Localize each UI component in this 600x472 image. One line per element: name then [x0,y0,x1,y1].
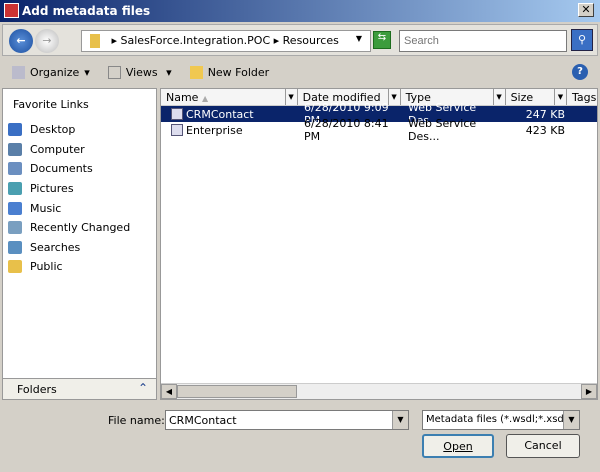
title-bar: Add metadata files [0,0,600,22]
scroll-left-icon[interactable]: ◀ [161,384,177,399]
horizontal-scrollbar[interactable]: ◀ ▶ [161,383,597,399]
file-icon [171,124,183,136]
open-button[interactable]: Open [422,434,494,458]
favorite-link[interactable]: Desktop [3,120,156,140]
link-label: Music [30,201,62,215]
chevron-down-icon[interactable]: ▼ [563,411,579,429]
favorite-link[interactable]: Pictures [3,179,156,199]
breadcrumb-item[interactable]: Resources [283,34,339,47]
link-label: Pictures [30,182,74,196]
link-label: Computer [30,142,85,156]
link-icon [8,162,22,176]
link-icon [8,201,22,215]
link-icon [8,221,22,235]
link-icon [8,142,22,156]
favorite-link[interactable]: Computer [3,140,156,160]
organize-icon [12,65,25,79]
favorite-links-pane: Favorite Links Desktop Computer Documents P… [2,88,157,400]
column-header-type[interactable]: Type ▼ [401,89,506,105]
search-input[interactable] [399,30,567,52]
file-name-value: CRMContact [169,414,237,427]
organize-button[interactable]: Organize ▾ [12,65,90,79]
folders-label: Folders [17,383,57,396]
file-row[interactable]: Enterprise 6/28/2010 8:41 PM Web Service D… [161,117,597,143]
favorite-link[interactable]: Public [3,257,156,277]
file-date: 6/28/2010 8:41 PM [304,117,389,143]
file-size: 247 KB [525,107,565,121]
link-icon [8,182,22,196]
favorite-link[interactable]: Music [3,198,156,218]
back-button[interactable]: ← [9,29,33,53]
new-folder-icon [189,65,203,79]
help-icon[interactable]: ? [572,64,588,80]
link-label: Searches [30,240,81,254]
chevron-down-icon[interactable]: ▼ [392,411,408,429]
folders-toggle[interactable]: Folders ⌃ [2,378,157,400]
views-icon [107,65,121,79]
column-header-date[interactable]: Date modified ▼ [298,89,401,105]
file-list: Name ▲ ▼ Date modified ▼ Type ▼ Size ▼ Tags … [160,88,598,400]
file-type: Web Service Des... [408,117,477,143]
scrollbar-thumb[interactable] [177,385,297,398]
folder-icon [90,34,100,48]
file-icon [171,108,183,120]
navigation-bar: ← → ▸ SalesForce.Integration.POC ▸ Resou… [2,24,598,56]
file-name-input[interactable]: CRMContact ▼ [165,410,409,430]
column-header-tags[interactable]: Tags [567,89,597,105]
views-label: Views [125,65,158,79]
toolbar: Organize ▾ Views ▾ New Folder [0,58,600,86]
window-title: Add metadata files [22,4,151,18]
column-header-size[interactable]: Size ▼ [506,89,567,105]
cancel-button[interactable]: Cancel [506,434,580,458]
search-icon[interactable]: ⚲ [571,29,593,51]
close-button[interactable]: ✕ [578,3,594,17]
new-folder-label: New Folder [207,65,270,79]
column-header-name[interactable]: Name ▲ ▼ [161,89,298,105]
link-label: Recently Changed [30,221,131,235]
file-name: Enterprise [186,123,243,137]
link-icon [8,123,22,137]
favorite-link[interactable]: Documents [3,159,156,179]
new-folder-button[interactable]: New Folder [189,65,270,79]
file-type-value: Metadata files (*.wsdl;*.xsd) [426,414,568,425]
link-icon [8,260,22,274]
scroll-right-icon[interactable]: ▶ [581,384,597,399]
organize-label: Organize [30,65,80,79]
file-name: CRMContact [186,107,254,121]
breadcrumb-item[interactable]: SalesForce.Integration.POC [121,34,271,47]
column-headers: Name ▲ ▼ Date modified ▼ Type ▼ Size ▼ Tags [161,89,597,106]
link-label: Public [30,260,63,274]
chevron-up-icon: ⌃ [137,381,148,395]
views-button[interactable]: Views ▾ [107,65,172,79]
app-icon [4,3,19,18]
link-icon [8,240,22,254]
file-size: 423 KB [525,123,565,137]
file-name-label: File name: [108,414,165,427]
favorite-link[interactable]: Recently Changed [3,218,156,238]
chevron-down-icon[interactable]: ▼ [356,34,362,43]
favorite-links-heading: Favorite Links [13,98,89,111]
refresh-icon[interactable]: ⇆ [373,31,391,49]
link-label: Documents [30,162,93,176]
file-type-select[interactable]: Metadata files (*.wsdl;*.xsd) ▼ [422,410,580,430]
favorite-link[interactable]: Searches [3,238,156,258]
address-bar[interactable]: ▸ SalesForce.Integration.POC ▸ Resources… [81,30,371,52]
forward-button[interactable]: → [35,29,59,53]
link-label: Desktop [30,123,76,137]
